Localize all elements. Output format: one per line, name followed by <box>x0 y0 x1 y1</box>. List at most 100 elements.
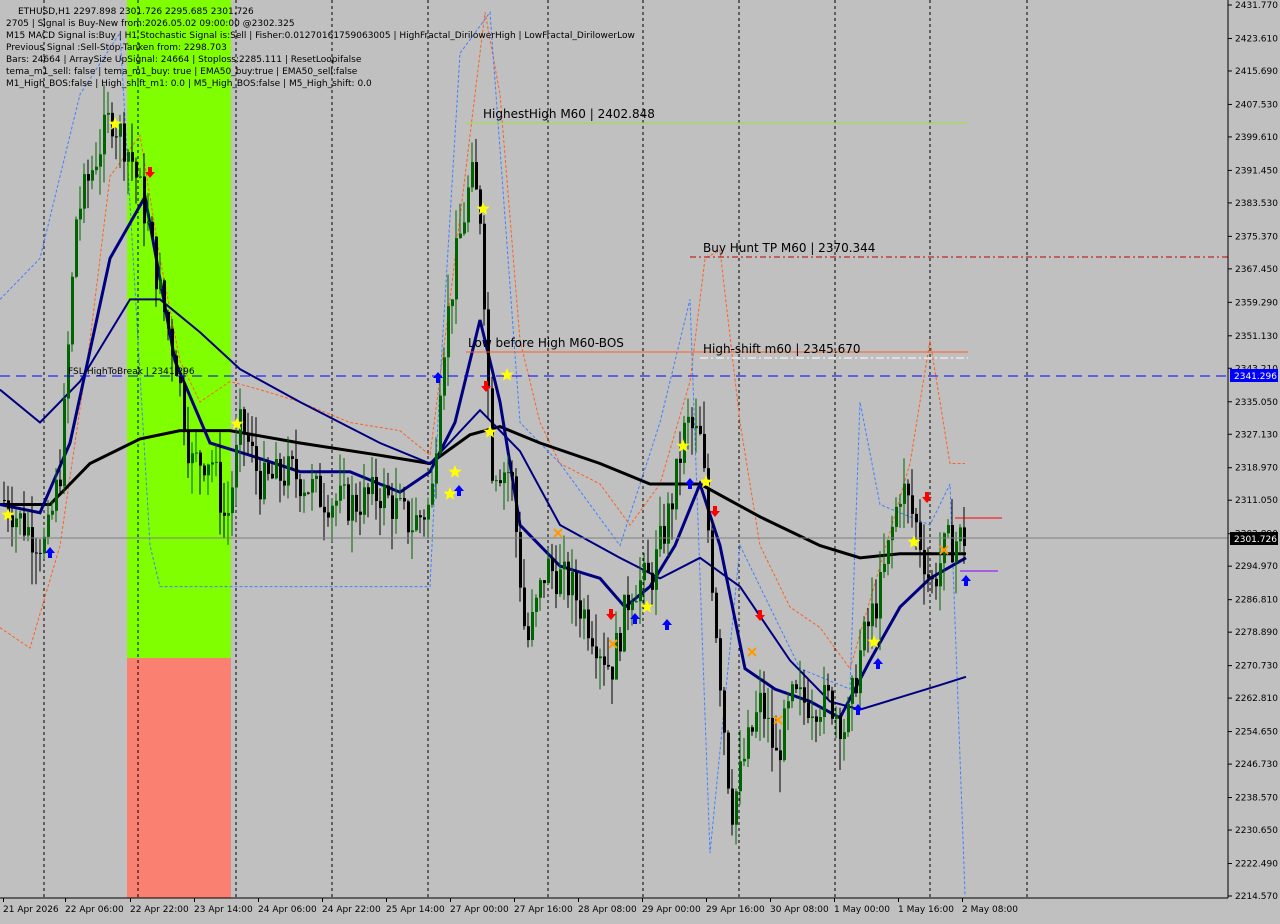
candle-body <box>195 452 198 454</box>
candle-body <box>875 603 878 619</box>
candle-body <box>803 687 806 703</box>
highest-high-label: HighestHigh M60 | 2402.848 <box>483 107 655 121</box>
candle-body <box>443 357 446 396</box>
candle-body <box>647 562 650 573</box>
candle-body <box>399 498 402 500</box>
candle-body <box>499 480 502 484</box>
candle-body <box>255 446 258 471</box>
candle-body <box>363 487 366 515</box>
candle-body <box>19 513 22 519</box>
price-tick-label: 2391.450 <box>1235 166 1278 176</box>
candle-body <box>55 479 58 511</box>
candle-body <box>671 503 674 510</box>
candle-body <box>79 208 82 220</box>
candle-body <box>159 280 162 290</box>
candle-body <box>907 483 910 496</box>
candle-body <box>99 154 102 167</box>
candle-body <box>411 530 414 533</box>
candle-body <box>291 456 294 459</box>
candle-body <box>811 716 814 719</box>
candle-body <box>795 684 798 690</box>
candle-body <box>551 558 554 572</box>
candle-body <box>343 484 346 486</box>
price-tick-label: 2367.450 <box>1235 265 1278 275</box>
candle-body <box>447 306 450 358</box>
price-tick-label: 2335.050 <box>1235 398 1278 408</box>
candle-body <box>831 690 834 719</box>
candle-body <box>391 495 394 519</box>
candle-body <box>619 632 622 652</box>
price-tick-label: 2399.610 <box>1235 133 1278 143</box>
candle-body <box>287 456 290 486</box>
candle-body <box>559 569 562 595</box>
chart-window[interactable]: HighestHigh M60 | 2402.848 Buy Hunt TP M… <box>0 0 1280 920</box>
price-tick-label: 2222.490 <box>1235 860 1278 870</box>
candle-body <box>123 123 126 162</box>
candle-body <box>731 788 734 825</box>
candle-body <box>903 483 906 504</box>
candle-body <box>51 510 54 515</box>
price-tick-label: 2351.130 <box>1235 332 1278 342</box>
candle-body <box>311 479 314 493</box>
candle-body <box>459 233 462 239</box>
candle-body <box>955 541 958 563</box>
candle-body <box>899 503 902 507</box>
candle-body <box>587 609 590 639</box>
candle-body <box>743 758 746 762</box>
candle-body <box>475 162 478 190</box>
candle-body <box>635 601 638 603</box>
candle-body <box>231 487 234 514</box>
price-tick-label: 2415.690 <box>1235 67 1278 77</box>
price-tick-label: 2270.730 <box>1235 662 1278 672</box>
candle-body <box>727 732 730 789</box>
candle-body <box>63 398 66 487</box>
time-tick-label: 23 Apr 14:00 <box>194 905 253 915</box>
info-line-6: M1_High_BOS:false | High_shift_m1: 0.0 |… <box>6 79 372 89</box>
price-chart[interactable]: HighestHigh M60 | 2402.848 Buy Hunt TP M… <box>0 0 1280 920</box>
candle-body <box>107 112 110 115</box>
candle-body <box>31 527 34 553</box>
candle-body <box>871 603 874 627</box>
candle-body <box>771 717 774 748</box>
candle-body <box>567 561 570 596</box>
candle-body <box>791 684 794 702</box>
candle-body <box>295 458 298 480</box>
candle-body <box>43 536 46 554</box>
candle-body <box>799 687 802 690</box>
candle-body <box>827 684 830 691</box>
candle-body <box>327 512 330 518</box>
candle-body <box>879 571 882 619</box>
candle-body <box>455 238 458 300</box>
price-tick-label: 2262.810 <box>1235 694 1278 704</box>
candle-body <box>467 187 470 223</box>
price-tick-label: 2278.890 <box>1235 628 1278 638</box>
candle-body <box>547 558 550 584</box>
info-line-1: 2705 | Signal is Buy-New from:2026.05.02… <box>6 19 295 29</box>
time-tick-label: 2 May 08:00 <box>962 905 1018 915</box>
candle-body <box>215 461 218 463</box>
time-tick-label: 22 Apr 22:00 <box>130 905 189 915</box>
candle-body <box>379 501 382 509</box>
candle-body <box>35 552 38 554</box>
candle-body <box>115 136 118 138</box>
candle-body <box>483 223 486 310</box>
candle-body <box>639 580 642 602</box>
time-tick-label: 30 Apr 08:00 <box>770 905 829 915</box>
candle-body <box>227 513 230 516</box>
time-tick-label: 22 Apr 06:00 <box>65 905 124 915</box>
candle-body <box>959 527 962 542</box>
candle-body <box>663 525 666 544</box>
candle-body <box>91 170 94 181</box>
candle-body <box>675 458 678 510</box>
candle-body <box>735 791 738 825</box>
candle-body <box>119 123 122 137</box>
fsl-high-label: FSL-HighToBreak | 2341.296 <box>68 367 195 377</box>
info-line-4: Bars: 24664 | ArraySize UpSignal: 24664 … <box>6 55 362 65</box>
price-tick-label: 2327.130 <box>1235 430 1278 440</box>
price-tick-label: 2407.530 <box>1235 100 1278 110</box>
candle-body <box>783 708 786 761</box>
candle-body <box>867 621 870 627</box>
price-tick-label: 2383.530 <box>1235 199 1278 209</box>
time-tick-label: 24 Apr 06:00 <box>258 905 317 915</box>
candle-body <box>423 517 426 520</box>
